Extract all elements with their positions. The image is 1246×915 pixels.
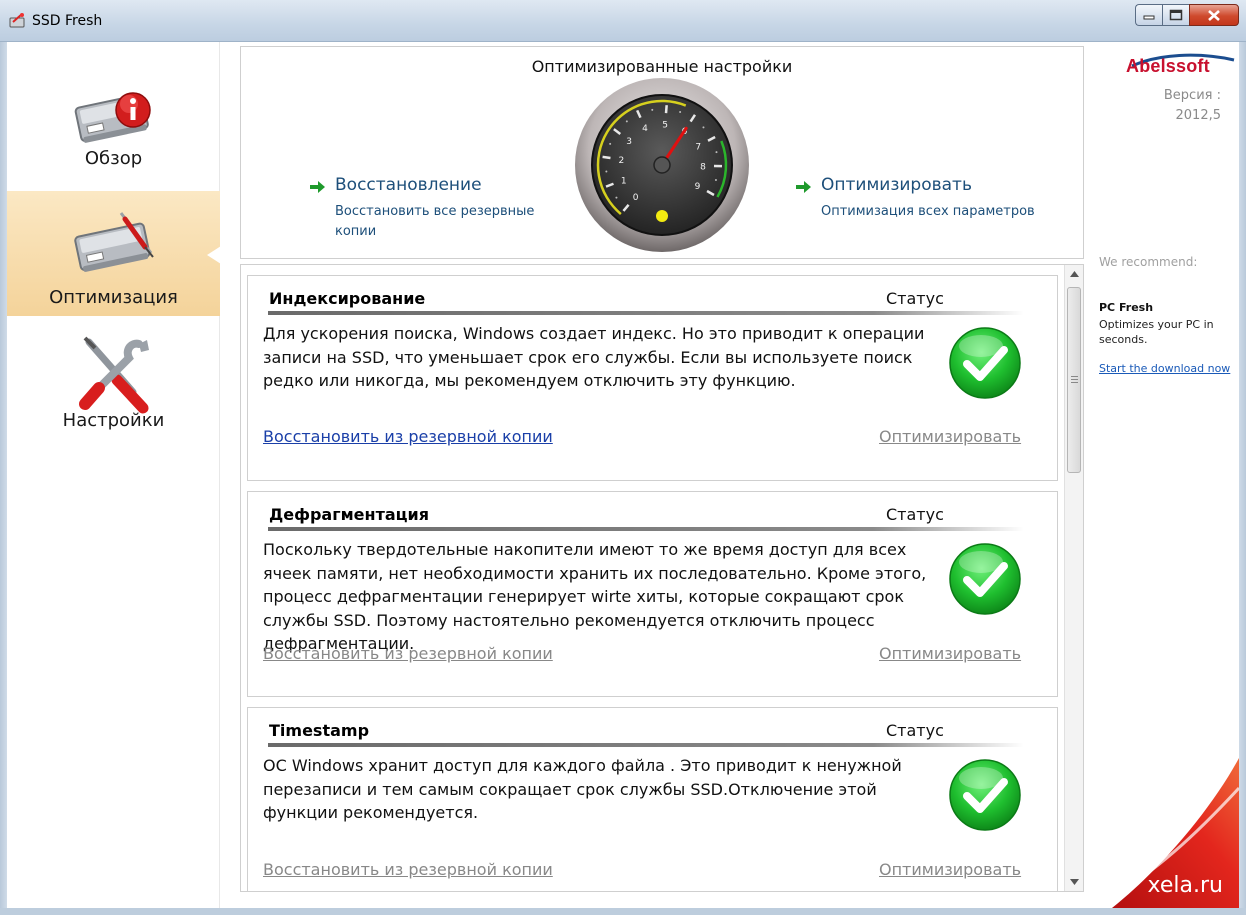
title-bar: SSD Fresh [0,0,1246,42]
panel-title: Оптимизированные настройки [531,57,793,76]
optimization-gauge: 0123456789 [574,77,750,257]
watermark: xela.ru [1147,873,1223,898]
gauge-label: 4 [642,124,648,134]
green-arrow-icon [796,181,811,193]
scroll-up-button[interactable] [1065,265,1083,283]
optimized-settings-panel: Оптимизированные настройки Восстановлени… [240,46,1084,259]
gauge-label: 7 [695,142,701,152]
download-link[interactable]: Start the download now [1099,362,1230,375]
restore-all-action[interactable]: Восстановление Восстановить все резервны… [309,175,549,245]
restore-backup-link[interactable]: Восстановить из резервной копии [263,860,553,879]
setting-card-defragmentation: Дефрагментация Статус Поскольку твердоте… [247,491,1058,697]
restore-backup-link[interactable]: Восстановить из резервной копии [263,644,553,663]
card-title: Дефрагментация [269,505,429,524]
window-frame-right [1239,42,1246,915]
restore-backup-link[interactable]: Восстановить из резервной копии [263,427,553,446]
gauge-label: 9 [695,182,701,192]
optimize-link[interactable]: Оптимизировать [879,860,1021,879]
gauge-minor-tick [651,108,654,111]
scroll-down-button[interactable] [1065,873,1083,891]
recommend-label: We recommend: [1099,255,1198,269]
gauge-label: 8 [700,162,706,172]
card-description: Поскольку твердотельные накопители имеют… [263,540,927,653]
optimize-all-action[interactable]: Оптимизировать Оптимизация всех параметр… [795,175,1055,225]
sidebar-item-optimization[interactable]: Оптимизация [7,191,221,316]
gauge-label: 0 [633,193,639,203]
check-ok-icon [949,327,1021,399]
restore-desc: Восстановить все резервные копии [335,202,534,242]
sidebar-item-label: Оптимизация [49,287,178,308]
maximize-button[interactable] [1162,4,1189,26]
right-info-panel: Abelssoft Версия : 2012,5 We recommend: … [1092,42,1239,908]
scroll-thumb[interactable] [1067,287,1081,473]
brand-logo: Abelssoft [1126,56,1210,76]
gauge-minor-tick [702,126,705,129]
tools-icon [79,336,149,414]
version-value: 2012,5 [1175,108,1222,123]
card-divider [268,311,1024,315]
check-ok-icon [949,543,1021,615]
ssd-optimize-icon [74,212,154,272]
gauge-minor-tick [625,120,628,123]
maximize-icon [1169,9,1183,21]
optimize-desc: Оптимизация всех параметров [821,204,1035,219]
gauge-minor-tick [605,170,608,173]
window-frame-bottom [0,908,1246,915]
close-button[interactable] [1189,4,1239,26]
green-arrow-icon [310,181,325,193]
gauge-minor-tick [714,179,717,182]
card-description: ОС Windows хранит доступ для каждого фай… [263,756,902,822]
window-title: SSD Fresh [32,13,103,29]
sidebar-item-settings[interactable]: Настройки [7,330,220,440]
settings-list: Индексирование Статус Для ускорения поис… [240,264,1084,892]
ssd-info-icon [74,92,151,143]
chevron-down-icon [1069,879,1079,885]
gauge-minor-tick [679,111,682,114]
vertical-scrollbar[interactable] [1064,265,1083,891]
gauge-label: 1 [621,176,627,186]
chevron-up-icon [1069,271,1079,277]
recommended-product-desc: Optimizes your PC in seconds. [1099,318,1214,346]
minimize-icon [1143,15,1155,20]
version-label: Версия : [1163,88,1221,103]
window-controls [1135,4,1239,28]
card-title: Timestamp [269,721,370,740]
restore-desc-line: Восстановить все резервные [335,204,535,219]
sidebar-item-label: Настройки [62,410,165,431]
sidebar: Обзор Оптимизация Настройки [7,42,221,908]
gauge-label: 2 [619,156,625,166]
gauge-label: 3 [626,137,632,147]
close-icon [1208,9,1220,21]
card-title: Индексирование [269,289,426,308]
gauge-tick [664,105,668,114]
gauge-tick [602,155,611,160]
status-label: Статус [886,505,944,524]
window-frame-left [0,42,7,915]
restore-desc-line: копии [335,224,377,239]
recommended-product: PC Fresh [1099,301,1154,314]
gauge-minor-tick [609,142,612,145]
gauge-minor-tick [715,151,718,154]
gauge-label: 5 [662,121,668,131]
minimize-button[interactable] [1135,4,1162,26]
card-divider [268,527,1024,531]
card-description: Для ускорения поиска, Windows создает ин… [263,324,925,390]
card-divider [268,743,1024,747]
restore-title[interactable]: Восстановление [335,175,482,195]
optimize-title[interactable]: Оптимизировать [821,175,972,195]
scroll-grip [1071,376,1078,384]
status-label: Статус [886,289,944,308]
status-label: Статус [886,721,944,740]
setting-card-timestamp: Timestamp Статус ОС Windows хранит досту… [247,707,1058,891]
gauge-dial: 0123456789 [575,78,749,252]
check-ok-icon [949,759,1021,831]
sidebar-item-overview[interactable]: Обзор [7,62,220,192]
app-icon [9,13,25,28]
optimize-link[interactable]: Оптимизировать [879,427,1021,446]
setting-card-indexing: Индексирование Статус Для ускорения поис… [247,275,1058,481]
gauge-minor-tick [615,196,618,199]
optimize-link[interactable]: Оптимизировать [879,644,1021,663]
sidebar-item-label: Обзор [84,148,143,169]
selection-pointer [207,246,221,264]
